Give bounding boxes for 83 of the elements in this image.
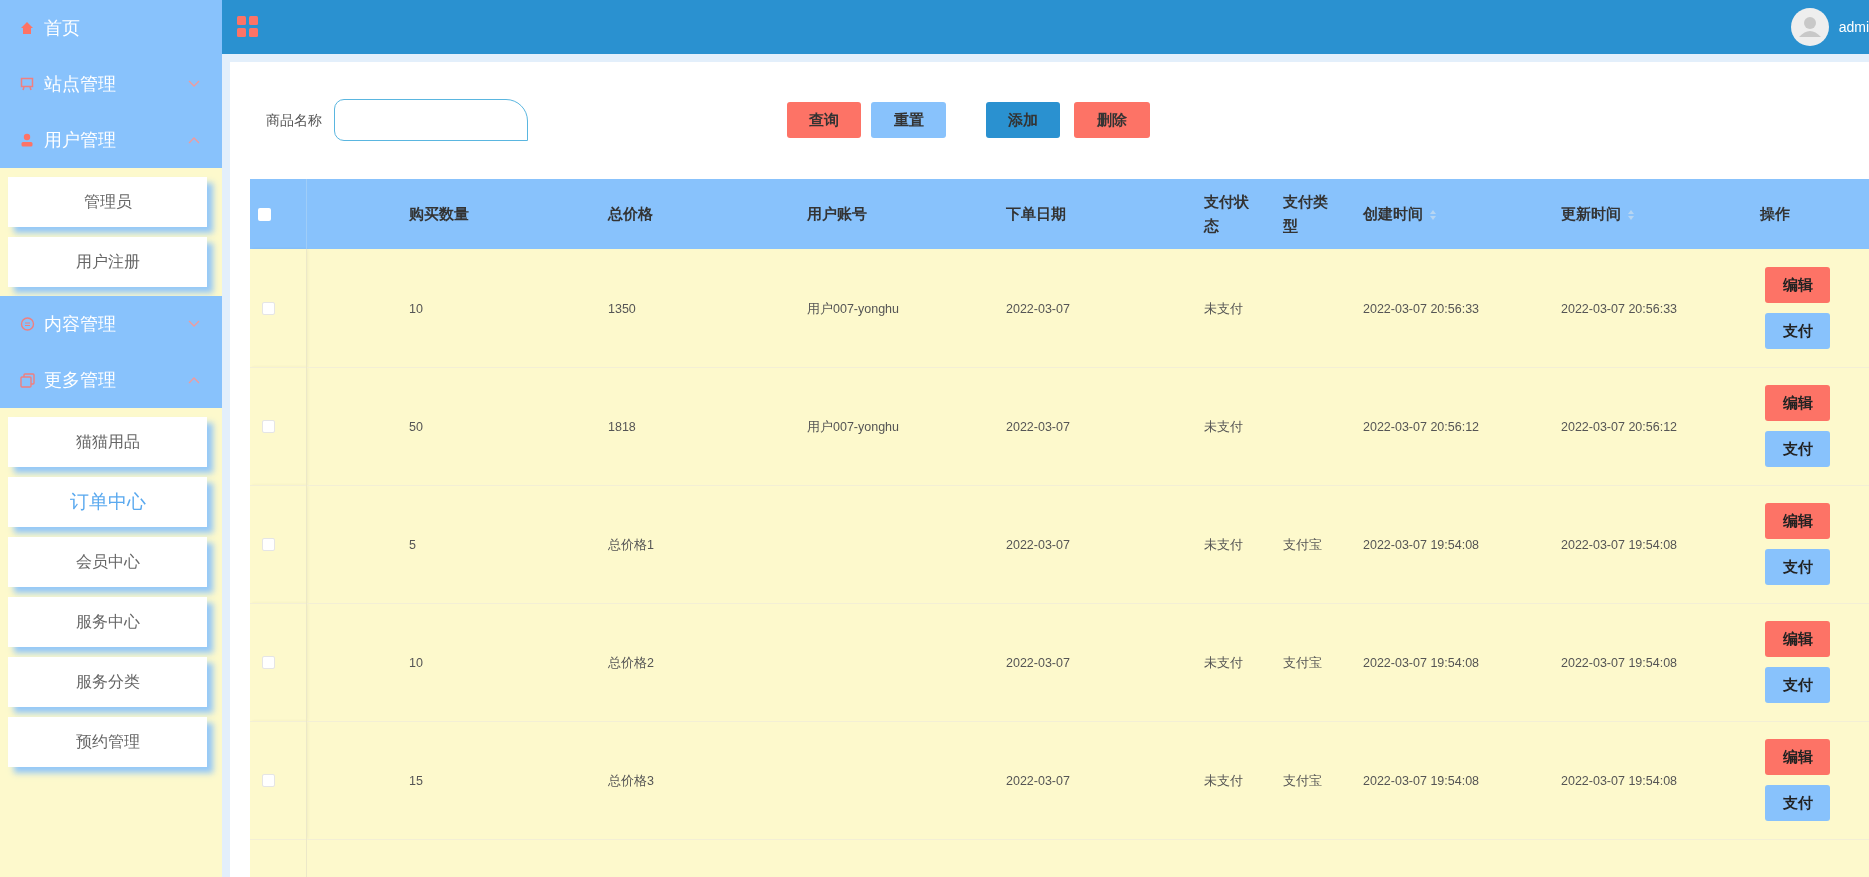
table-cell: 2022-03-07 19:54:08 xyxy=(1363,538,1480,552)
table-cell: 2022-03-07 19:54:08 xyxy=(1363,656,1480,670)
pay-button[interactable]: 支付 xyxy=(1765,431,1830,467)
easel-icon xyxy=(20,77,34,91)
column-header: 操作 xyxy=(1760,205,1790,222)
table-cell: 2022-03-07 20:56:12 xyxy=(1363,420,1480,434)
pay-button[interactable]: 支付 xyxy=(1765,667,1830,703)
reset-button[interactable]: 重置 xyxy=(871,102,946,138)
table-cell: 未支付 xyxy=(1204,774,1243,788)
checkbox[interactable] xyxy=(258,208,271,222)
delete-button[interactable]: 删除 xyxy=(1074,102,1150,138)
table-cell: 10 xyxy=(409,656,423,670)
column-header: 购买数量 xyxy=(409,205,469,222)
table-cell: 2022-03-07 19:54:08 xyxy=(1363,774,1480,788)
table-cell: 10 xyxy=(409,301,423,316)
checkbox[interactable] xyxy=(262,656,275,670)
table-cell: 总价格1 xyxy=(608,538,654,552)
table-cell: 未支付 xyxy=(1204,538,1243,552)
input-field[interactable] xyxy=(334,99,528,141)
table-cell: 2022-03-07 20:56:33 xyxy=(1561,301,1678,316)
username[interactable]: admi xyxy=(1838,16,1869,38)
table-cell: 支付宝 xyxy=(1283,656,1322,670)
table-cell: 总价格2 xyxy=(608,656,654,670)
submenu-item[interactable]: 用户注册 xyxy=(8,237,207,287)
edit-button[interactable]: 编辑 xyxy=(1765,621,1830,657)
search-button[interactable]: 查询 xyxy=(787,102,861,138)
home-icon xyxy=(20,21,34,35)
table-cell: 未支付 xyxy=(1204,301,1243,316)
column-header: 创建时间 xyxy=(1363,205,1423,222)
checkbox[interactable] xyxy=(262,302,275,315)
table-cell: 2022-03-07 xyxy=(1006,656,1070,670)
field-label: 商品名称 xyxy=(266,110,322,130)
table-cell: 2022-03-07 xyxy=(1006,538,1070,552)
table-cell: 未支付 xyxy=(1204,420,1243,434)
checkbox[interactable] xyxy=(262,774,275,788)
pay-button[interactable]: 支付 xyxy=(1765,312,1830,349)
grid-icon[interactable] xyxy=(237,16,259,38)
pay-button[interactable]: 支付 xyxy=(1765,549,1830,585)
table-cell: 2022-03-07 19:54:08 xyxy=(1561,538,1678,552)
column-header: 用户账号 xyxy=(807,205,867,222)
table-cell: 用户007-yonghu xyxy=(807,301,900,316)
table-cell: 支付宝 xyxy=(1283,538,1322,552)
table-cell: 1818 xyxy=(608,420,636,434)
submenu-item[interactable]: 预约管理 xyxy=(8,717,207,767)
checkbox[interactable] xyxy=(262,420,275,434)
checkbox[interactable] xyxy=(262,538,275,552)
table-cell: 1350 xyxy=(608,301,636,316)
sort-icon[interactable] xyxy=(1627,208,1635,221)
table-cell: 2022-03-07 19:54:08 xyxy=(1561,656,1678,670)
table-cell: 2022-03-07 20:56:12 xyxy=(1561,420,1678,434)
pay-button[interactable]: 支付 xyxy=(1765,785,1830,821)
submenu-item[interactable]: 会员中心 xyxy=(8,537,207,587)
table-cell: 总价格3 xyxy=(608,774,654,788)
column-header: 下单日期 xyxy=(1006,205,1066,222)
table-cell: 2022-03-07 xyxy=(1006,420,1070,434)
column-header: 支付类型 xyxy=(1283,193,1328,234)
sort-icon[interactable] xyxy=(1429,208,1437,221)
submenu-item[interactable]: 猫猫用品 xyxy=(8,417,207,467)
submenu-item[interactable]: 管理员 xyxy=(8,177,207,227)
edit-button[interactable]: 编辑 xyxy=(1765,266,1830,303)
edit-button[interactable]: 编辑 xyxy=(1765,739,1830,775)
submenu-item[interactable]: 服务中心 xyxy=(8,597,207,647)
table-cell: 2022-03-07 20:56:33 xyxy=(1363,301,1480,316)
edit-button[interactable]: 编辑 xyxy=(1765,385,1830,421)
edit-button[interactable]: 编辑 xyxy=(1765,503,1830,539)
table-cell: 2022-03-07 xyxy=(1006,774,1070,788)
add-button[interactable]: 添加 xyxy=(986,102,1060,138)
table-cell: 15 xyxy=(409,774,423,788)
column-header: 支付状态 xyxy=(1204,193,1249,234)
copy-icon xyxy=(20,372,35,388)
table-cell: 支付宝 xyxy=(1283,774,1322,788)
table-cell: 用户007-yonghu xyxy=(807,420,900,434)
submenu-item[interactable]: 服务分类 xyxy=(8,657,207,707)
table-cell: 5 xyxy=(409,538,416,552)
chat-icon xyxy=(20,316,35,332)
user-icon xyxy=(20,133,34,147)
table-cell: 50 xyxy=(409,420,423,434)
column-header: 总价格 xyxy=(608,205,653,222)
column-header: 更新时间 xyxy=(1561,205,1621,222)
table-cell: 未支付 xyxy=(1204,656,1243,670)
avatar-icon[interactable] xyxy=(1790,8,1829,46)
table-cell: 2022-03-07 19:54:08 xyxy=(1561,774,1678,788)
table-cell: 2022-03-07 xyxy=(1006,301,1070,316)
